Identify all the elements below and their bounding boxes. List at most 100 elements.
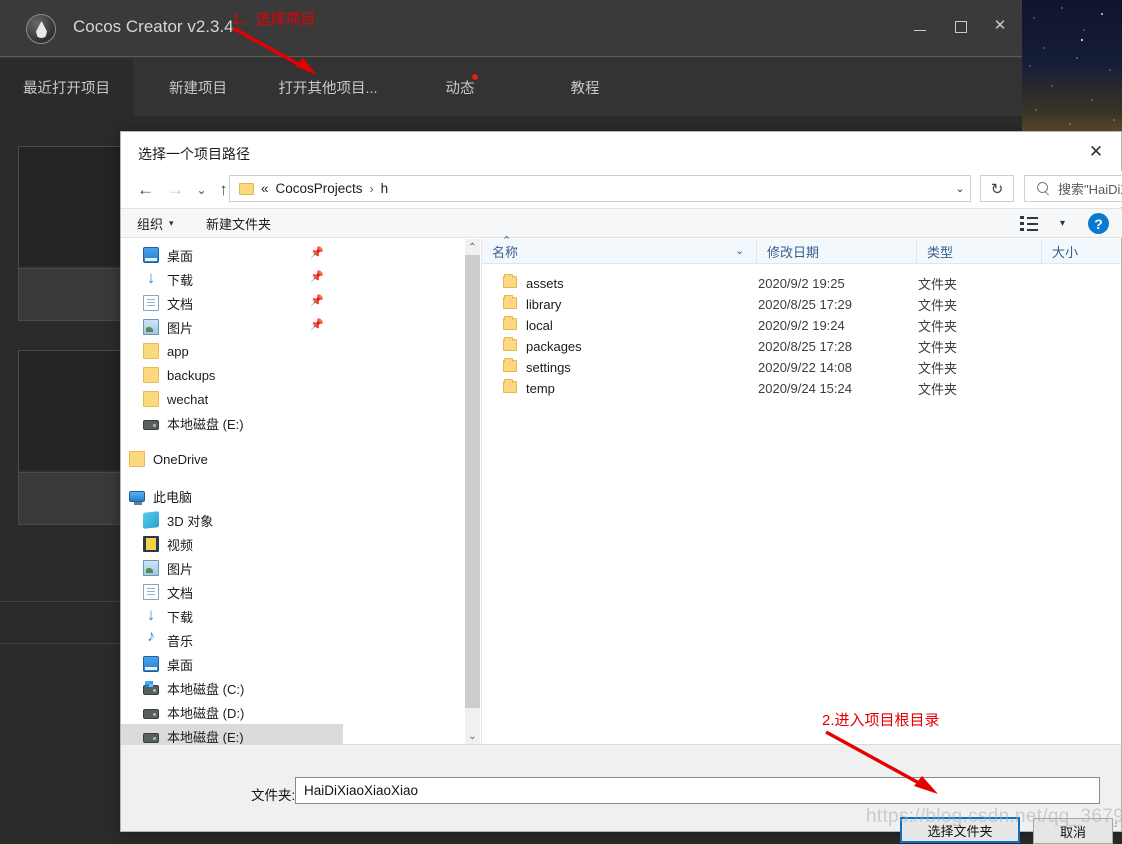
sidebar-item-label: 此电脑 — [153, 487, 192, 506]
sidebar-item-music[interactable]: 音乐 — [121, 628, 343, 652]
minimize-icon[interactable] — [912, 18, 928, 34]
scrollbar-thumb[interactable] — [465, 255, 480, 708]
file-modified: 2020/9/22 14:08 — [758, 360, 852, 375]
sidebar-item-pictures-quick[interactable]: 图片 📌 — [121, 315, 343, 339]
sidebar-item-local-disk-d[interactable]: 本地磁盘 (D:) — [121, 700, 343, 724]
sidebar-item-desktop-quick[interactable]: 桌面 📌 — [121, 243, 343, 267]
scroll-down-icon[interactable]: ⌄ — [465, 728, 480, 744]
document-icon — [143, 584, 159, 600]
tab-recent-projects[interactable]: 最近打开项目 — [0, 58, 133, 116]
table-row[interactable]: library 2020/8/25 17:29 文件夹 — [482, 294, 1121, 315]
folder-icon — [143, 343, 159, 359]
sidebar-item-local-disk-e[interactable]: 本地磁盘 (E:) — [121, 724, 343, 744]
tab-label: 动态 — [446, 77, 475, 98]
table-row[interactable]: assets 2020/9/2 19:25 文件夹 — [482, 273, 1121, 294]
sidebar-item-onedrive[interactable]: OneDrive — [121, 447, 343, 471]
sidebar-item-local-disk-e-quick[interactable]: 本地磁盘 (E:) — [121, 411, 343, 435]
sidebar-item-downloads-quick[interactable]: 下载 📌 — [121, 267, 343, 291]
sidebar-item-documents[interactable]: 文档 — [121, 580, 343, 604]
app-titlebar: Cocos Creator v2.3.4 ✕ — [0, 0, 1022, 57]
help-icon[interactable]: ? — [1088, 213, 1109, 234]
forward-icon[interactable]: → — [163, 177, 188, 202]
sidebar-item-label: 本地磁盘 (C:) — [167, 679, 244, 698]
dialog-close-icon[interactable]: ✕ — [1079, 138, 1113, 166]
sidebar-item-local-disk-c[interactable]: 本地磁盘 (C:) — [121, 676, 343, 700]
window-controls[interactable]: ✕ — [912, 18, 1008, 34]
file-type: 文件夹 — [918, 337, 957, 356]
sidebar-item-app[interactable]: app — [121, 339, 343, 363]
folder-field-label: 文件夹: — [251, 784, 295, 804]
sidebar-item-wechat[interactable]: wechat — [121, 387, 343, 411]
sidebar-item-this-pc[interactable]: 此电脑 — [121, 484, 343, 508]
view-layout-icon[interactable] — [1020, 216, 1038, 231]
close-icon[interactable]: ✕ — [992, 18, 1008, 34]
sidebar-item-label: 文档 — [167, 583, 193, 602]
column-header-modified[interactable]: 修改日期 — [757, 239, 917, 263]
watermark-text: https://blog.csdn.net/qq_36790633 — [866, 806, 1122, 828]
sidebar-item-documents-quick[interactable]: 文档 📌 — [121, 291, 343, 315]
dialog-search-box[interactable]: 搜索"HaiDiXiaoXiaoXiao" — [1024, 175, 1122, 202]
maximize-icon[interactable] — [952, 18, 968, 34]
back-icon[interactable]: ← — [133, 177, 158, 202]
breadcrumb-chevron-icon[interactable]: › — [370, 182, 374, 196]
column-header-type[interactable]: 类型 — [917, 239, 1042, 263]
dialog-title: 选择一个项目路径 — [138, 144, 250, 164]
column-filter-chevron-icon[interactable]: ⌄ — [735, 244, 744, 257]
breadcrumb-current[interactable]: h — [381, 181, 389, 196]
picture-icon — [143, 560, 159, 576]
breadcrumb-cocosprojects[interactable]: CocosProjects — [276, 181, 363, 196]
breadcrumb-sep: « — [261, 181, 269, 196]
new-folder-button[interactable]: 新建文件夹 — [206, 209, 271, 238]
organize-button[interactable]: 组织 ▾ — [137, 209, 174, 238]
tab-new-project[interactable]: 新建项目 — [133, 58, 263, 116]
dialog-sidebar[interactable]: 桌面 📌 下载 📌 文档 📌 图片 📌 app — [121, 239, 343, 744]
sidebar-item-downloads[interactable]: 下载 — [121, 604, 343, 628]
column-header-size[interactable]: 大小 — [1042, 239, 1122, 263]
sidebar-item-backups[interactable]: backups — [121, 363, 343, 387]
sidebar-item-label: 下载 — [167, 607, 193, 626]
folder-icon — [239, 183, 254, 195]
sidebar-item-label: 文档 — [167, 294, 193, 313]
view-chevron-down-icon[interactable]: ▾ — [1060, 218, 1065, 229]
document-icon — [143, 295, 159, 311]
column-header-name[interactable]: ⌃ 名称 ⌄ — [482, 239, 757, 263]
sidebar-scrollbar[interactable]: ⌃ ⌄ — [465, 239, 480, 744]
address-breadcrumb-field[interactable]: « CocosProjects › h — [229, 175, 971, 202]
sidebar-item-label: 视频 — [167, 535, 193, 554]
tab-tutorials[interactable]: 教程 — [535, 58, 635, 116]
sidebar-item-desktop[interactable]: 桌面 — [121, 652, 343, 676]
refresh-icon[interactable]: ↻ — [980, 175, 1014, 202]
folder-icon — [503, 318, 517, 330]
sidebar-item-label: 3D 对象 — [167, 511, 213, 530]
folder-icon — [503, 381, 517, 393]
table-row[interactable]: temp 2020/9/24 15:24 文件夹 — [482, 378, 1121, 399]
pin-icon: 📌 — [310, 272, 321, 283]
download-icon — [143, 271, 159, 287]
file-modified: 2020/8/25 17:28 — [758, 339, 852, 354]
cocos-logo-icon — [26, 14, 56, 44]
dialog-search-text: 搜索"HaiDiXiaoXiaoXiao" — [1058, 179, 1122, 198]
sidebar-item-pictures[interactable]: 图片 — [121, 556, 343, 580]
app-nav-tabs[interactable]: 最近打开项目 新建项目 打开其他项目... 动态 教程 Search — [0, 58, 1022, 116]
tab-open-other-project[interactable]: 打开其他项目... — [263, 58, 393, 116]
table-row[interactable]: settings 2020/9/22 14:08 文件夹 — [482, 357, 1121, 378]
starfield-background-image — [1022, 0, 1122, 140]
folder-icon — [503, 276, 517, 288]
folder-icon — [503, 339, 517, 351]
table-row[interactable]: local 2020/9/2 19:24 文件夹 — [482, 315, 1121, 336]
folder-icon — [503, 297, 517, 309]
pin-icon: 📌 — [310, 296, 321, 307]
sidebar-item-3d-objects[interactable]: 3D 对象 — [121, 508, 343, 532]
tab-news[interactable]: 动态 — [410, 58, 510, 116]
file-name: packages — [526, 339, 582, 354]
tab-label: 新建项目 — [169, 77, 227, 98]
close-glyph: ✕ — [992, 18, 1008, 34]
table-row[interactable]: packages 2020/8/25 17:28 文件夹 — [482, 336, 1121, 357]
address-dropdown-icon[interactable]: ⌄ — [949, 176, 971, 201]
news-badge-dot — [472, 74, 478, 80]
file-list[interactable]: ⌃ 名称 ⌄ 修改日期 类型 大小 assets 2020/9/2 19:25 … — [481, 239, 1121, 744]
folder-name-input[interactable]: HaiDiXiaoXiaoXiao — [295, 777, 1100, 804]
chevron-down-icon: ▾ — [169, 218, 174, 229]
sidebar-item-videos[interactable]: 视频 — [121, 532, 343, 556]
scroll-up-icon[interactable]: ⌃ — [465, 239, 480, 255]
